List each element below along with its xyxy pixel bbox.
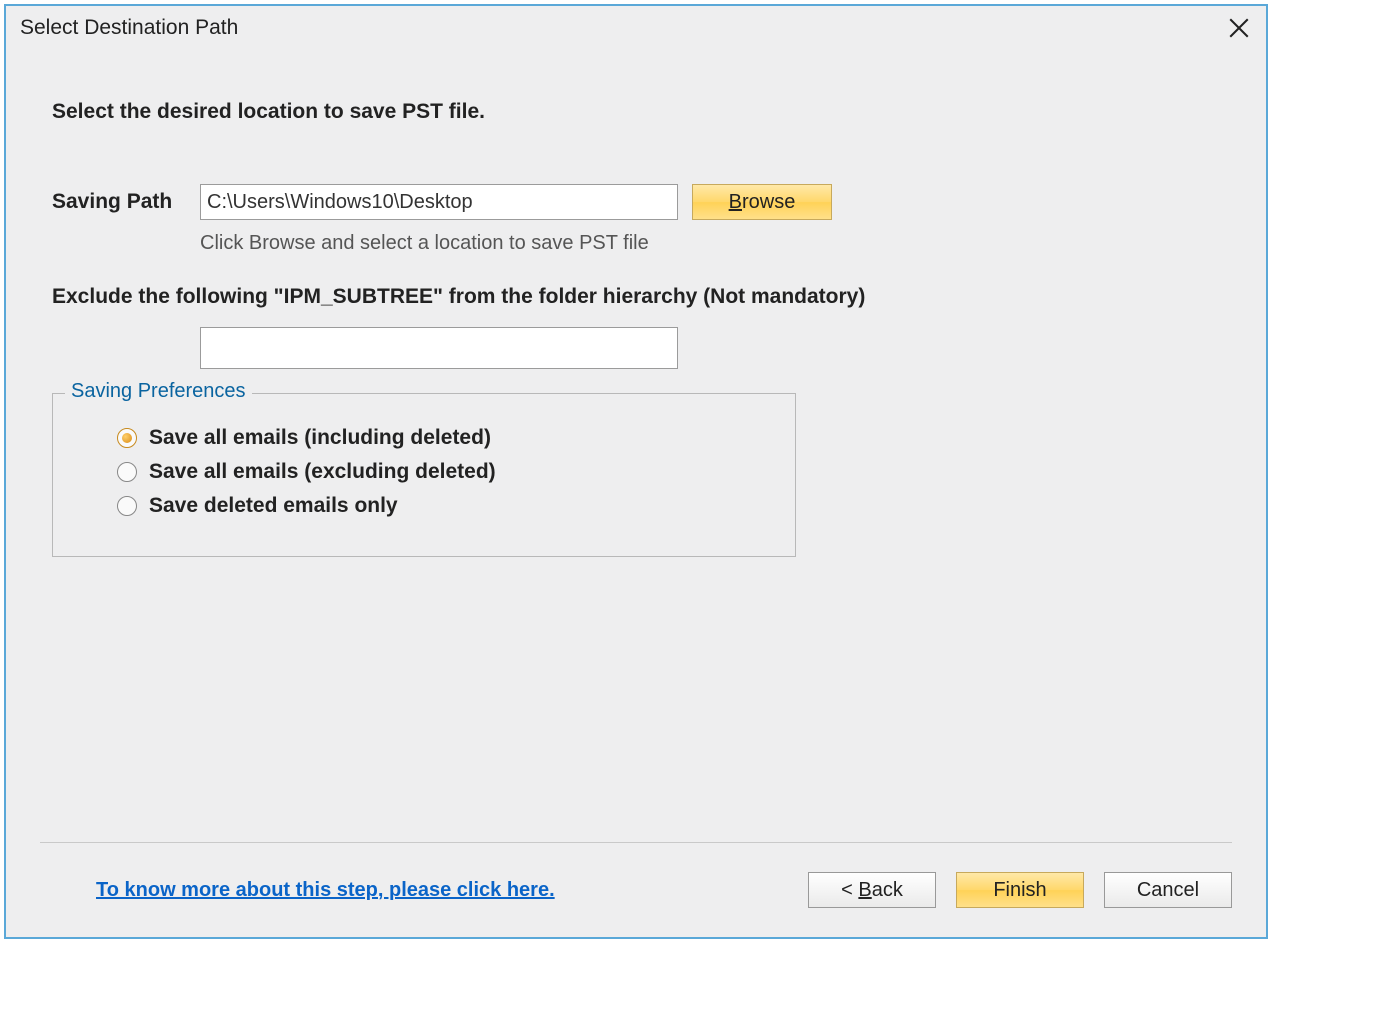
browse-mnemonic: B — [729, 191, 742, 213]
back-prefix: < — [841, 879, 858, 901]
instruction-heading: Select the desired location to save PST … — [52, 100, 1220, 124]
radio-row-save-deleted-only[interactable]: Save deleted emails only — [117, 494, 775, 518]
browse-label-rest: rowse — [742, 191, 795, 213]
radio-save-deleted-only[interactable] — [117, 496, 137, 516]
saving-path-input[interactable] — [200, 184, 678, 220]
radio-row-save-all-excluding[interactable]: Save all emails (excluding deleted) — [117, 460, 775, 484]
close-button[interactable] — [1222, 11, 1256, 45]
radio-row-save-all-including[interactable]: Save all emails (including deleted) — [117, 426, 775, 450]
browse-button[interactable]: Browse — [692, 184, 832, 220]
saving-preferences-legend: Saving Preferences — [65, 380, 252, 403]
saving-preferences-group: Saving Preferences Save all emails (incl… — [52, 393, 796, 557]
radio-label: Save all emails (excluding deleted) — [149, 460, 496, 484]
radio-label: Save all emails (including deleted) — [149, 426, 491, 450]
radio-save-all-excluding[interactable] — [117, 462, 137, 482]
finish-button[interactable]: Finish — [956, 872, 1084, 908]
button-group: < Back Finish Cancel — [808, 872, 1232, 908]
saving-path-label: Saving Path — [52, 190, 200, 214]
back-button[interactable]: < Back — [808, 872, 936, 908]
dialog-title: Select Destination Path — [20, 16, 238, 40]
saving-path-hint: Click Browse and select a location to sa… — [200, 232, 1220, 255]
help-link[interactable]: To know more about this step, please cli… — [96, 879, 555, 902]
radio-label: Save deleted emails only — [149, 494, 398, 518]
exclude-input[interactable] — [200, 327, 678, 369]
dialog-content: Select the desired location to save PST … — [6, 50, 1266, 842]
back-rest: ack — [872, 879, 903, 901]
dialog-footer: To know more about this step, please cli… — [6, 843, 1266, 937]
close-icon — [1229, 18, 1249, 38]
radio-save-all-including[interactable] — [117, 428, 137, 448]
select-destination-dialog: Select Destination Path Select the desir… — [4, 4, 1268, 939]
titlebar: Select Destination Path — [6, 6, 1266, 50]
exclude-label: Exclude the following "IPM_SUBTREE" from… — [52, 285, 1220, 309]
back-mnemonic: B — [858, 879, 871, 901]
cancel-button[interactable]: Cancel — [1104, 872, 1232, 908]
saving-path-row: Saving Path Browse — [52, 184, 1220, 220]
